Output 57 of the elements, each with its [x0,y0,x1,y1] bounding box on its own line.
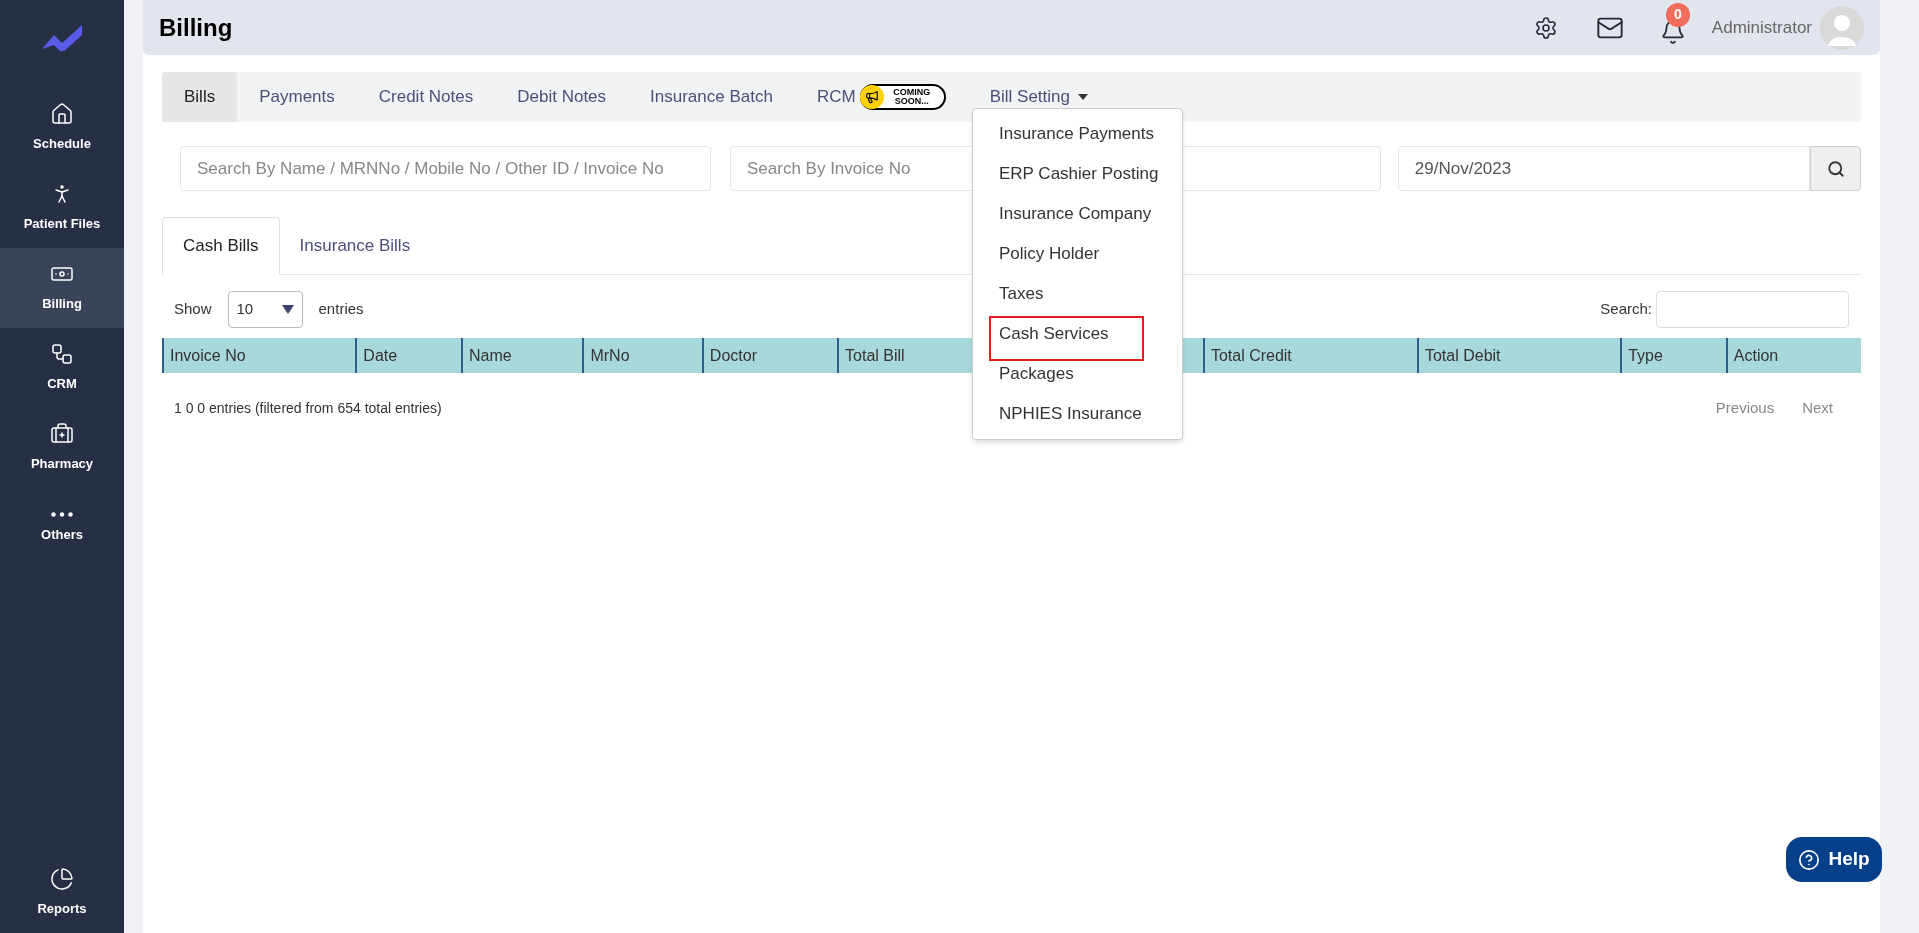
search-label: Search: [1600,298,1652,319]
tab[interactable]: Debit Notes [495,72,629,122]
menu-item[interactable]: NPHIES Insurance [973,401,1168,427]
menu-item[interactable]: Cash Services [973,321,1135,347]
home-icon [50,102,74,127]
column-header[interactable]: Action [1727,338,1861,373]
tab[interactable]: RCM COMING SOON... [794,72,968,122]
column-header[interactable]: MrNo [584,338,704,373]
sidebar-item[interactable]: Pharmacy [0,408,124,488]
user-name[interactable]: Administrator [1711,14,1812,41]
sidebar-item[interactable]: Schedule [0,88,124,168]
sidebar-item[interactable]: Billing [0,248,124,328]
logo-icon [40,23,84,51]
menu-item[interactable]: Packages [973,361,1100,387]
column-header[interactable]: Total Debit [1418,338,1623,373]
column-header[interactable]: Name [463,338,585,373]
sidebar-item[interactable]: CRM [0,328,124,408]
search-icon [1826,159,1845,178]
column-header[interactable]: Type [1622,338,1728,373]
page-size-select[interactable]: 10 [227,290,303,328]
nodes-icon [50,342,74,367]
table-search-field[interactable] [1656,290,1849,328]
date-field[interactable]: 29/Nov/2023 [1397,146,1811,191]
menu-item[interactable]: Insurance Company [973,201,1178,227]
megaphone-icon [864,90,879,104]
tab[interactable]: Credit Notes [356,72,496,122]
sub-tab[interactable]: Insurance Bills [279,217,431,275]
settings-icon[interactable] [1533,15,1558,40]
coming-soon-badge: COMING SOON... [859,84,946,110]
tab[interactable]: Payments [237,72,357,122]
column-header[interactable]: Doctor [703,338,840,373]
sub-tab[interactable]: Cash Bills [162,217,280,275]
menu-item[interactable]: Taxes [973,281,1070,307]
more-icon [51,511,73,517]
pie-chart-icon [50,867,74,892]
help-icon [1798,848,1821,871]
column-header[interactable]: Total Credit [1204,338,1419,373]
menu-item[interactable]: Insurance Payments [973,121,1180,147]
table-info: 1 0 0 entries (filtered from 654 total entries) [174,398,442,418]
menu-item[interactable]: ERP Cashier Posting [973,161,1185,187]
page-title: Billing [159,12,233,43]
notification-badge: 0 [1665,2,1690,27]
search-button[interactable] [1810,146,1861,191]
tab[interactable]: Insurance Batch [628,72,795,122]
tab[interactable]: Bills [162,72,238,122]
help-button[interactable]: Help [1786,837,1882,882]
show-label: Show [174,298,212,319]
sidebar-item[interactable]: Reports [0,853,124,933]
search-field[interactable]: Search By Name / MRNNo / Mobile No / Other ID / Invoice No [179,146,712,191]
menu-item[interactable]: Policy Holder [973,241,1126,267]
tab[interactable]: Bill Setting [967,72,1110,122]
dropdown-arrow-icon [281,304,294,314]
sidebar-item[interactable]: Patient Files [0,168,124,248]
sidebar-item[interactable]: Others [0,488,124,568]
column-header[interactable]: Invoice No [164,338,358,373]
column-header[interactable]: Date [357,338,463,373]
entries-label: entries [318,298,364,319]
